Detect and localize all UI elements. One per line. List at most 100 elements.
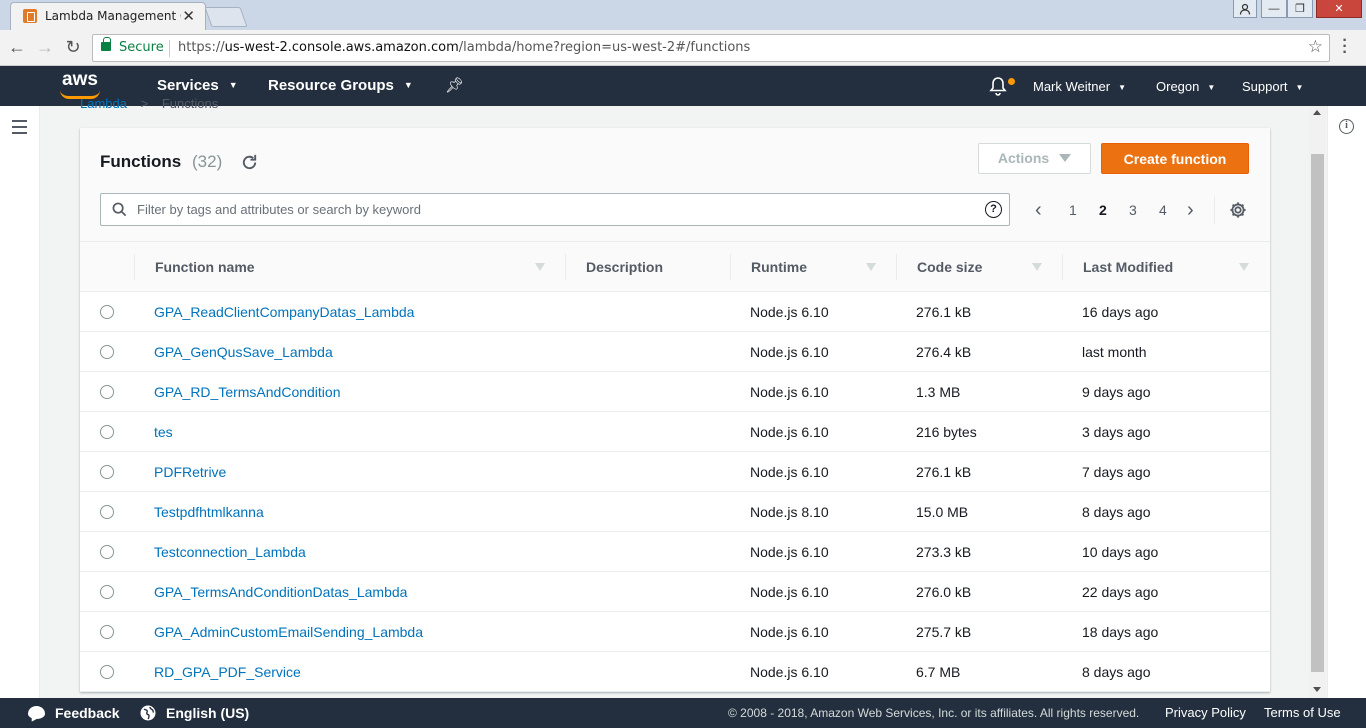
copyright-text: © 2008 - 2018, Amazon Web Services, Inc.… [728,706,1140,720]
page-1[interactable]: 1 [1069,202,1077,218]
create-function-button[interactable]: Create function [1101,143,1249,174]
row-select-radio[interactable] [100,625,114,639]
table-row[interactable]: PDFRetrive Node.js 6.10 276.1 kB 7 days … [80,452,1270,492]
table-row[interactable]: tes Node.js 6.10 216 bytes 3 days ago [80,412,1270,452]
row-select-radio[interactable] [100,385,114,399]
profile-icon[interactable] [1233,0,1257,18]
tab-close-icon[interactable]: ✕ [182,7,195,25]
browser-menu-icon[interactable]: · · · [1340,33,1350,61]
scroll-up-icon[interactable] [1313,110,1321,115]
runtime-cell: Node.js 6.10 [750,424,829,440]
gear-icon[interactable] [1229,201,1247,219]
page-4[interactable]: 4 [1159,202,1167,218]
browser-tab[interactable]: Lambda Management Co ✕ [10,2,206,30]
table-row[interactable]: Testpdfhtmlkanna Node.js 8.10 15.0 MB 8 … [80,492,1270,532]
feedback-button[interactable]: Feedback [55,705,120,721]
resource-groups-menu[interactable]: Resource Groups ▼ [268,77,413,94]
column-header-last-modified[interactable]: Last Modified [1083,259,1173,275]
column-divider [565,254,566,280]
scroll-thumb[interactable] [1311,154,1324,672]
minimize-icon[interactable]: — [1261,0,1287,18]
function-name-link[interactable]: RD_GPA_PDF_Service [154,664,301,680]
console-footer: Feedback English (US) © 2008 - 2018, Ama… [0,698,1366,728]
table-row[interactable]: GPA_AdminCustomEmailSending_Lambda Node.… [80,612,1270,652]
column-header-function-name[interactable]: Function name [155,259,255,275]
code-size-cell: 276.1 kB [916,464,972,480]
sort-icon[interactable] [1032,263,1042,271]
table-row[interactable]: GPA_ReadClientCompanyDatas_Lambda Node.j… [80,292,1270,332]
services-label: Services [157,77,219,94]
reload-icon[interactable]: ↻ [62,37,84,58]
hamburger-menu-icon[interactable] [12,120,27,138]
scroll-down-icon[interactable] [1313,687,1321,692]
forward-arrow-icon[interactable]: → [34,37,56,58]
breadcrumb-lambda-link[interactable]: Lambda [80,96,127,111]
column-header-code-size[interactable]: Code size [917,259,982,275]
refresh-icon[interactable] [240,153,259,172]
row-select-radio[interactable] [100,305,114,319]
functions-panel: Functions (32) Actions Create function ?… [80,128,1270,692]
row-select-radio[interactable] [100,425,114,439]
bell-icon[interactable] [988,75,1008,97]
row-select-radio[interactable] [100,545,114,559]
next-page-icon[interactable]: › [1187,200,1194,220]
page-2[interactable]: 2 [1099,202,1107,218]
table-row[interactable]: Testconnection_Lambda Node.js 6.10 273.3… [80,532,1270,572]
function-name-link[interactable]: Testconnection_Lambda [154,544,306,560]
resource-groups-label: Resource Groups [268,77,394,94]
function-name-link[interactable]: GPA_AdminCustomEmailSending_Lambda [154,624,423,640]
row-select-radio[interactable] [100,345,114,359]
user-menu[interactable]: Mark Weitner ▼ [1033,79,1126,94]
table-row[interactable]: GPA_GenQusSave_Lambda Node.js 6.10 276.4… [80,332,1270,372]
column-header-runtime[interactable]: Runtime [751,259,807,275]
feedback-bubble-icon [28,706,45,719]
previous-page-icon[interactable]: ‹ [1035,200,1042,220]
row-select-radio[interactable] [100,665,114,679]
row-select-radio[interactable] [100,585,114,599]
page-scrollbar[interactable] [1309,106,1326,698]
runtime-cell: Node.js 6.10 [750,344,829,360]
function-name-link[interactable]: PDFRetrive [154,464,226,480]
function-name-link[interactable]: tes [154,424,173,440]
sort-icon[interactable] [1239,263,1249,271]
close-window-icon[interactable]: ✕ [1316,0,1362,18]
table-row[interactable]: GPA_RD_TermsAndCondition Node.js 6.10 1.… [80,372,1270,412]
actions-dropdown-button[interactable]: Actions [978,143,1091,174]
row-select-radio[interactable] [100,465,114,479]
search-input[interactable] [137,194,967,225]
services-menu[interactable]: Services ▼ [157,77,238,94]
back-arrow-icon[interactable]: ← [6,37,28,58]
region-menu[interactable]: Oregon ▼ [1156,79,1215,94]
last-modified-cell: 3 days ago [1082,424,1151,440]
maximize-icon[interactable]: ❐ [1287,0,1313,18]
function-name-link[interactable]: Testpdfhtmlkanna [154,504,264,520]
table-row[interactable]: GPA_TermsAndConditionDatas_Lambda Node.j… [80,572,1270,612]
bookmark-star-icon[interactable]: ☆ [1308,37,1323,57]
sort-icon[interactable] [866,263,876,271]
support-menu[interactable]: Support ▼ [1242,79,1303,94]
function-name-link[interactable]: GPA_TermsAndConditionDatas_Lambda [154,584,407,600]
left-navigation-rail [0,106,40,698]
function-name-link[interactable]: GPA_RD_TermsAndCondition [154,384,341,400]
sort-icon[interactable] [535,263,545,271]
privacy-policy-link[interactable]: Privacy Policy [1165,705,1246,720]
row-select-radio[interactable] [100,505,114,519]
url-path: /lambda/home?region=us-west-2#/functions [458,40,751,55]
terms-of-use-link[interactable]: Terms of Use [1264,705,1341,720]
function-name-link[interactable]: GPA_GenQusSave_Lambda [154,344,333,360]
user-label: Mark Weitner [1033,79,1111,94]
page-3[interactable]: 3 [1129,202,1137,218]
table-row[interactable]: RD_GPA_PDF_Service Node.js 6.10 6.7 MB 8… [80,652,1270,692]
function-count: (32) [192,152,223,171]
url-field[interactable]: Secure https://us-west-2.console.aws.ama… [92,34,1330,62]
breadcrumb-separator: > [140,96,149,111]
new-tab-button[interactable] [204,7,248,27]
search-field[interactable]: ? [100,193,1010,226]
aws-logo-text: aws [62,69,98,90]
language-selector[interactable]: English (US) [166,705,249,721]
pin-icon[interactable]: 📌︎ [445,76,464,94]
code-size-cell: 216 bytes [916,424,977,440]
info-icon[interactable]: i [1339,119,1354,134]
help-icon[interactable]: ? [985,201,1002,218]
function-name-link[interactable]: GPA_ReadClientCompanyDatas_Lambda [154,304,414,320]
